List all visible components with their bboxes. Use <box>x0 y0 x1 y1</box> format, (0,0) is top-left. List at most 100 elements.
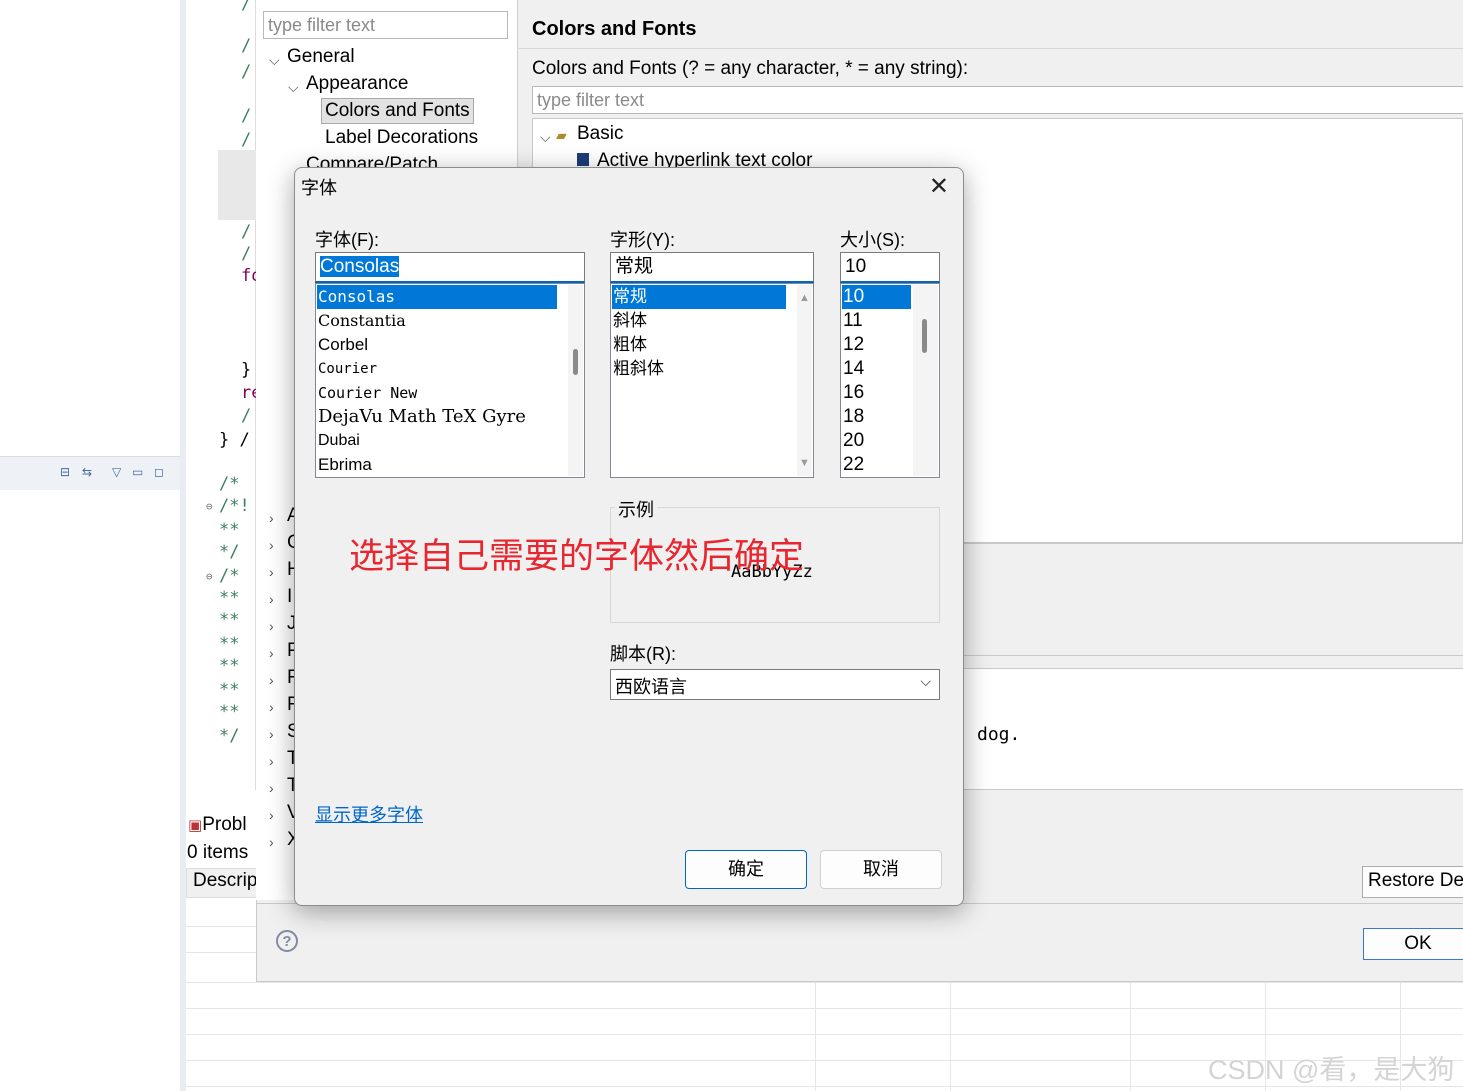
editor-highlight <box>218 150 256 220</box>
list-item[interactable]: Dubai <box>317 429 557 453</box>
list-item[interactable]: 14 <box>842 357 911 381</box>
view-menu-icon[interactable]: ▽ <box>112 465 121 479</box>
sample-label: 示例 <box>615 496 657 522</box>
tree-item-label-decorations[interactable]: Label Decorations <box>325 127 478 149</box>
chevron-right-icon[interactable]: › <box>269 564 274 580</box>
list-item[interactable]: 12 <box>842 333 911 357</box>
code-line: ** <box>219 520 240 540</box>
chevron-right-icon[interactable]: › <box>269 537 274 553</box>
chevron-down-icon[interactable]: ⌵ <box>269 52 280 69</box>
color-filter-input[interactable]: type filter text <box>532 86 1463 114</box>
chevron-right-icon[interactable]: › <box>269 510 274 526</box>
script-label: 脚本(R): <box>610 644 676 664</box>
list-item[interactable]: 20 <box>842 429 911 453</box>
chevron-right-icon[interactable]: › <box>269 618 274 634</box>
code-line: /* <box>219 474 250 494</box>
code-line: /*! <box>219 496 250 516</box>
color-swatch-icon <box>577 153 589 166</box>
chevron-right-icon[interactable]: › <box>269 834 274 850</box>
font-list-scrollbar[interactable] <box>568 285 583 476</box>
link-editor-icon[interactable]: ⇆ <box>82 465 92 479</box>
code-line: */ <box>219 726 240 746</box>
list-item[interactable]: Constantia <box>317 309 557 333</box>
font-input[interactable]: Consolas <box>315 252 585 283</box>
size-list[interactable]: 10 11 12 14 16 18 20 22 <box>840 283 940 478</box>
list-item[interactable]: Courier <box>317 357 557 381</box>
fold-icon[interactable]: ⊖ <box>206 500 213 513</box>
chevron-right-icon[interactable]: › <box>269 645 274 661</box>
list-item[interactable]: 22 <box>842 453 911 477</box>
style-input[interactable]: 常规 <box>610 252 814 283</box>
confirm-button[interactable]: 确定 <box>685 850 807 889</box>
style-list-scrollbar[interactable]: ▲ ▼ <box>797 285 812 476</box>
list-item[interactable]: Corbel <box>317 333 557 357</box>
list-item[interactable]: 斜体 <box>612 309 786 333</box>
size-label: 大小(S): <box>840 230 905 250</box>
tree-filter-input[interactable]: type filter text <box>263 11 508 39</box>
tree-item-colors-and-fonts[interactable]: Colors and Fonts <box>321 98 474 124</box>
size-input[interactable]: 10 <box>840 252 940 283</box>
code-line: } / <box>219 430 250 450</box>
collapse-all-icon[interactable]: ⊟ <box>60 465 70 479</box>
list-item[interactable]: Consolas <box>317 285 557 309</box>
fold-icon[interactable]: ⊖ <box>206 570 213 583</box>
style-list[interactable]: ▲ ▼ 常规 斜体 粗体 粗斜体 <box>610 283 814 478</box>
category-basic[interactable]: Basic <box>577 123 623 145</box>
help-icon[interactable]: ? <box>276 930 298 952</box>
code-line: / <box>241 406 252 426</box>
list-item[interactable]: 10 <box>842 285 911 309</box>
list-item[interactable]: 粗斜体 <box>612 357 786 381</box>
font-list[interactable]: Consolas Constantia Corbel Courier Courier N… <box>315 283 585 478</box>
cancel-button[interactable]: 取消 <box>820 850 942 889</box>
chevron-down-icon[interactable]: ⌵ <box>540 129 551 146</box>
close-icon[interactable]: ✕ <box>929 172 949 201</box>
problems-tab[interactable]: ▣Probl <box>188 814 247 836</box>
list-item[interactable]: 18 <box>842 405 911 429</box>
tree-item-appearance[interactable]: Appearance <box>306 73 408 95</box>
list-item[interactable]: 11 <box>842 309 911 333</box>
description-column-header[interactable]: Descrip <box>193 870 257 892</box>
maximize-icon[interactable]: ◻ <box>154 465 164 479</box>
view-toolbar: ⊟ ⇆ ▽ ▭ ◻ <box>0 456 180 490</box>
code-line: /* <box>219 566 240 586</box>
ok-button[interactable]: OK <box>1363 928 1463 960</box>
restore-defaults-button[interactable]: Restore De <box>1362 866 1463 898</box>
font-label: 字体(F): <box>315 230 379 250</box>
chevron-right-icon[interactable]: › <box>269 699 274 715</box>
code-editor[interactable]: /////#i#e//fo}re/} //* /*!***//*********… <box>186 0 261 790</box>
chevron-right-icon[interactable]: › <box>269 591 274 607</box>
list-item[interactable]: DejaVu Math TeX Gyre <box>317 405 557 429</box>
code-line: ** <box>219 680 240 700</box>
list-item[interactable]: 16 <box>842 381 911 405</box>
left-panel <box>0 0 180 1091</box>
chevron-down-icon[interactable]: ⌵ <box>288 79 299 96</box>
annotation-text: 选择自己需要的字体然后确定 <box>349 537 805 576</box>
code-line: / <box>241 0 252 14</box>
tree-item-general[interactable]: General <box>287 46 355 68</box>
chevron-right-icon[interactable]: › <box>269 807 274 823</box>
size-list-scrollbar[interactable] <box>913 285 938 476</box>
chevron-right-icon[interactable]: › <box>269 726 274 742</box>
list-item[interactable]: 粗体 <box>612 333 786 357</box>
script-select[interactable]: 西欧语言 ⌵ <box>610 669 940 700</box>
chevron-right-icon[interactable]: › <box>269 753 274 769</box>
code-line: ** <box>219 588 240 608</box>
minimize-icon[interactable]: ▭ <box>132 465 143 479</box>
show-more-fonts-link[interactable]: 显示更多字体 <box>315 801 423 827</box>
tree-item[interactable]: I <box>287 586 292 608</box>
chevron-right-icon[interactable]: › <box>269 780 274 796</box>
watermark: CSDN @看，是大狗 <box>1208 1055 1455 1085</box>
page-description: Colors and Fonts (? = any character, * =… <box>532 58 969 79</box>
problems-count: 0 items <box>187 842 249 863</box>
list-item[interactable]: 常规 <box>612 285 786 309</box>
preview-text: dog. <box>977 724 1021 745</box>
list-item[interactable]: Courier New <box>317 381 557 405</box>
code-line: / <box>241 130 252 150</box>
chevron-right-icon[interactable]: › <box>269 672 274 688</box>
dialog-title: 字体 <box>301 178 337 198</box>
list-item[interactable]: Ebrima <box>317 453 557 477</box>
code-line: ** <box>219 656 240 676</box>
code-line: } <box>241 360 252 380</box>
font-input-value: Consolas <box>320 256 400 277</box>
chevron-down-icon: ⌵ <box>920 673 931 689</box>
